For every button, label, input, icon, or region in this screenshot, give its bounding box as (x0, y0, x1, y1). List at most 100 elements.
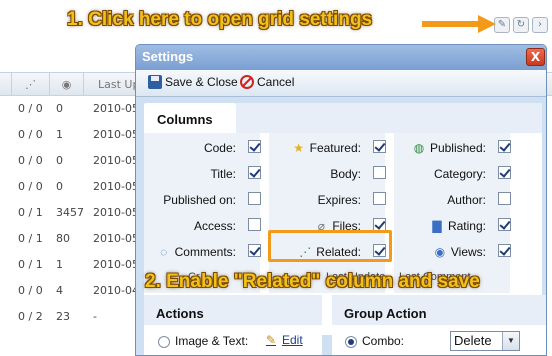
table-row[interactable]: 0 / 0 1 2010-05 (0, 122, 140, 148)
checkbox-published[interactable] (498, 140, 511, 153)
bar-chart-icon: ▇ (432, 219, 442, 233)
views-count: 0 (56, 180, 63, 193)
related-icon[interactable]: ⋰ (12, 73, 50, 96)
edit-label: Edit (282, 333, 303, 347)
field-title[interactable]: Title: (144, 164, 264, 184)
last-update: 2010-05 (93, 180, 139, 193)
field-label-wrap: ◉ Views: (433, 245, 486, 259)
related-count[interactable]: 0 / 1 (18, 226, 43, 252)
field-label: Published: (429, 141, 486, 155)
table-row[interactable]: 0 / 0 0 2010-05 (0, 148, 140, 174)
field-label-wrap: ◌ Comments: (157, 245, 236, 259)
checkbox-published-on[interactable] (248, 192, 261, 205)
related-count[interactable]: 0 / 1 (18, 252, 43, 278)
related-count[interactable]: 0 / 2 (18, 304, 43, 330)
cancel-icon (240, 75, 254, 89)
field-label: Category: (433, 167, 486, 181)
table-row[interactable]: 0 / 0 0 2010-05 (0, 96, 140, 122)
table-row[interactable]: 0 / 1 3457 2010-05 (0, 200, 140, 226)
annotation-step-1: 1. Click here to open grid settings (67, 9, 373, 30)
field-published-on[interactable]: Published on: (144, 190, 264, 210)
related-count[interactable]: 0 / 0 (18, 122, 43, 148)
table-row[interactable]: 0 / 0 4 2010-04 (0, 278, 140, 304)
columns-title: Columns (157, 112, 213, 127)
field-featured[interactable]: ★ Featured: (269, 138, 389, 158)
save-icon (148, 75, 162, 89)
field-author[interactable]: Author: (394, 190, 514, 210)
group-action-select[interactable]: Delete ▼ (450, 331, 520, 351)
close-button[interactable]: X (526, 48, 545, 66)
field-category[interactable]: Category: (394, 164, 514, 184)
refresh-icon[interactable]: ↻ (513, 17, 529, 33)
field-label: Published on: (163, 193, 236, 207)
checkbox-expires[interactable] (373, 192, 386, 205)
columns-tab: Columns (144, 103, 236, 133)
dialog-title: Settings (142, 49, 194, 64)
radio-combo[interactable] (345, 336, 357, 348)
field-views[interactable]: ◉ Views: (394, 242, 514, 262)
sort-icon[interactable] (0, 73, 12, 96)
table-row[interactable]: 0 / 0 0 2010-05 (0, 174, 140, 200)
related-count[interactable]: 0 / 0 (18, 96, 43, 122)
checkbox-body[interactable] (373, 166, 386, 179)
checkbox-category[interactable] (498, 166, 511, 179)
field-published[interactable]: ◍ Published: (394, 138, 514, 158)
table-row[interactable]: 0 / 1 1 2010-05 (0, 252, 140, 278)
field-body[interactable]: Body: (269, 164, 389, 184)
group-action-body: Combo: Delete ▼ (332, 325, 546, 355)
checkbox-title[interactable] (248, 166, 261, 179)
field-label: Author: (447, 193, 486, 207)
related-count[interactable]: 0 / 0 (18, 278, 43, 304)
checkbox-code[interactable] (248, 140, 261, 153)
field-expires[interactable]: Expires: (269, 190, 389, 210)
views-count: 80 (56, 232, 70, 245)
radio-image-text[interactable] (158, 336, 170, 348)
edit-link[interactable]: ✎ Edit (264, 333, 303, 347)
table-row[interactable]: 0 / 2 23 - (0, 304, 140, 330)
chevron-down-icon[interactable]: ▼ (502, 332, 519, 350)
globe-icon: ◍ (413, 141, 425, 155)
last-update: 2010-05 (93, 102, 139, 115)
field-label: Code: (203, 141, 236, 155)
related-count[interactable]: 0 / 0 (18, 148, 43, 174)
views-icon[interactable]: ◉ (50, 73, 84, 96)
views-count: 4 (56, 284, 63, 297)
select-value: Delete (454, 333, 492, 348)
cancel-button[interactable]: Cancel (240, 75, 294, 89)
views-count: 23 (56, 310, 70, 323)
checkbox-views[interactable] (498, 244, 511, 257)
checkbox-author[interactable] (498, 192, 511, 205)
field-label: Title: (210, 167, 236, 181)
actions-title: Actions (156, 306, 204, 321)
field-label: Rating: (447, 219, 486, 233)
field-rating[interactable]: ▇ Rating: (394, 216, 514, 236)
actions-panel: Actions Image & Text: ✎ Edit (144, 295, 322, 355)
grid-settings-icon[interactable]: ✎ (494, 17, 510, 33)
settings-dialog: Settings X Save & Close Cancel Columns C… (135, 44, 547, 356)
field-access[interactable]: Access: (144, 216, 264, 236)
checkbox-comments[interactable] (248, 244, 261, 257)
annotation-step-2: 2. Enable "Related" column and save (145, 271, 480, 292)
pencil-icon: ✎ (265, 333, 277, 347)
related-highlight-box (268, 230, 392, 262)
field-code[interactable]: Code: (144, 138, 264, 158)
checkbox-access[interactable] (248, 218, 261, 231)
field-comments[interactable]: ◌ Comments: (144, 242, 264, 262)
last-update: 2010-04 (93, 284, 139, 297)
views-count: 1 (56, 258, 63, 271)
related-count[interactable]: 0 / 1 (18, 200, 43, 226)
table-row[interactable]: 0 / 1 80 2010-05 (0, 226, 140, 252)
last-update: 2010-05 (93, 154, 139, 167)
checkbox-featured[interactable] (373, 140, 386, 153)
save-close-button[interactable]: Save & Close (148, 75, 238, 89)
field-label: Views: (450, 245, 486, 259)
field-label-wrap: ◍ Published: (412, 141, 486, 155)
dialog-titlebar[interactable]: Settings X (136, 45, 546, 70)
dialog-toolbar: Save & Close Cancel (136, 70, 546, 97)
star-icon: ★ (293, 141, 304, 155)
related-count[interactable]: 0 / 0 (18, 174, 43, 200)
checkbox-rating[interactable] (498, 218, 511, 231)
image-text-label: Image & Text: (175, 334, 249, 348)
more-icon[interactable]: › (532, 17, 548, 33)
combo-label: Combo: (362, 334, 405, 348)
